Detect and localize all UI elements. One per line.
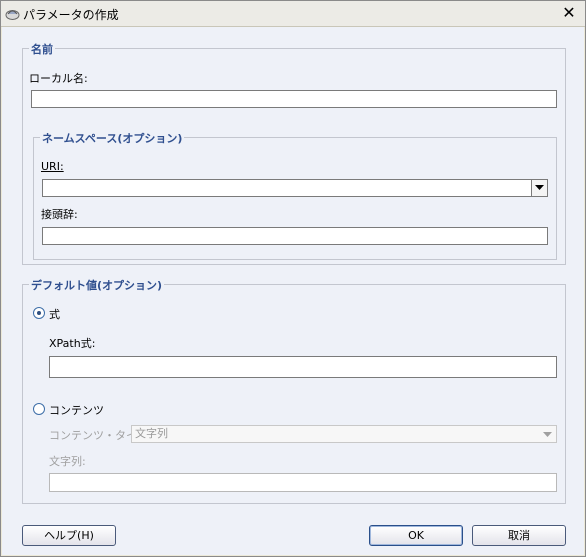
- chevron-down-icon: [543, 432, 552, 437]
- close-icon[interactable]: ✕: [560, 5, 578, 21]
- dialog-body: 名前 ローカル名: ネームスペース(オプション) URI: 接頭辞: デフォルト…: [2, 27, 584, 555]
- app-icon: [5, 10, 20, 20]
- local-name-label: ローカル名:: [29, 72, 88, 85]
- help-button[interactable]: ヘルプ(H): [22, 525, 116, 546]
- prefix-label: 接頭辞:: [41, 208, 78, 221]
- chevron-down-icon: [535, 185, 544, 190]
- default-value-legend: デフォルト値(オプション): [29, 277, 165, 293]
- local-name-input[interactable]: [31, 90, 557, 108]
- xpath-label: XPath式:: [49, 337, 96, 350]
- namespace-group: ネームスペース(オプション) URI: 接頭辞:: [33, 130, 557, 260]
- window-title: パラメータの作成: [23, 8, 119, 22]
- expression-radio[interactable]: [33, 307, 45, 319]
- default-value-group: デフォルト値(オプション) 式 XPath式: コンテンツ コンテンツ・タイプ:…: [22, 277, 566, 504]
- string-label: 文字列:: [49, 455, 86, 468]
- title-bar: パラメータの作成 ✕: [1, 1, 585, 27]
- uri-combobox[interactable]: [42, 179, 548, 197]
- dialog-window: パラメータの作成 ✕ 名前 ローカル名: ネームスペース(オプション) URI:…: [0, 0, 586, 557]
- ok-button[interactable]: OK: [369, 525, 463, 546]
- expression-radio-label[interactable]: 式: [49, 306, 60, 322]
- name-group-legend: 名前: [29, 41, 55, 57]
- content-radio-label[interactable]: コンテンツ: [49, 402, 104, 418]
- uri-dropdown-button[interactable]: [531, 180, 547, 196]
- cancel-button[interactable]: 取消: [472, 525, 566, 546]
- content-type-select[interactable]: 文字列: [131, 425, 557, 443]
- uri-label: URI:: [41, 160, 64, 173]
- namespace-group-legend: ネームスペース(オプション): [40, 130, 185, 146]
- radio-selected-dot: [37, 311, 41, 315]
- content-radio[interactable]: [33, 403, 45, 415]
- prefix-input[interactable]: [42, 227, 548, 245]
- string-input[interactable]: [49, 473, 557, 492]
- name-group: 名前 ローカル名: ネームスペース(オプション) URI: 接頭辞:: [22, 41, 566, 265]
- xpath-input[interactable]: [49, 356, 557, 378]
